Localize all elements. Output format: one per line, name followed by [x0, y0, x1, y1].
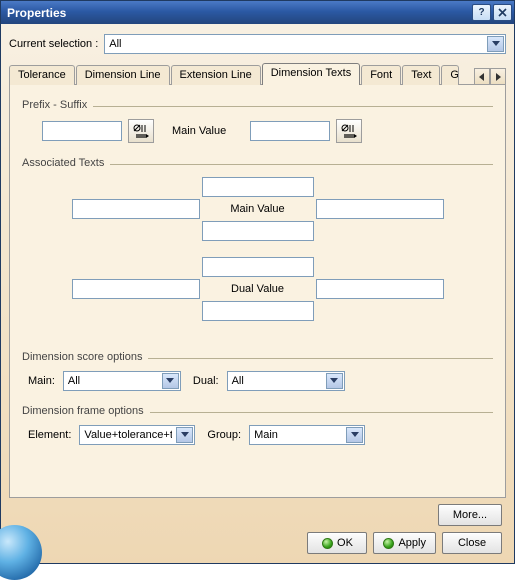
assoc-main-label: Main Value	[202, 203, 314, 215]
help-button[interactable]: ?	[472, 4, 491, 21]
current-selection-row: Current selection : All	[9, 33, 506, 55]
group-frame-label: Dimension frame options	[22, 405, 144, 417]
dialog-body: Current selection : All Tolerance Dimens…	[1, 24, 514, 563]
group-prefix-suffix-label: Prefix - Suffix	[22, 99, 87, 111]
tab-graphic[interactable]: Graphic	[441, 65, 459, 85]
close-button[interactable]: Close	[442, 532, 502, 554]
tab-tolerance[interactable]: Tolerance	[9, 65, 75, 85]
ok-dot-icon	[322, 538, 333, 549]
frame-group-value: Main	[254, 429, 278, 441]
assoc-main-bottom-input[interactable]	[202, 221, 314, 241]
suffix-input[interactable]	[250, 121, 330, 141]
assoc-main-top-input[interactable]	[202, 177, 314, 197]
frame-group-dropdown[interactable]: Main	[249, 425, 365, 445]
prefix-input[interactable]	[42, 121, 122, 141]
group-associated-texts: Associated Texts Main Value Dual Value	[22, 157, 493, 337]
prefix-main-value-label: Main Value	[160, 125, 244, 137]
apply-dot-icon	[383, 538, 394, 549]
chevron-down-icon	[346, 427, 363, 443]
suffix-symbol-button[interactable]	[336, 119, 362, 143]
score-dual-label: Dual:	[193, 375, 219, 387]
tab-scroll-right-button[interactable]	[490, 68, 506, 85]
score-main-dropdown[interactable]: All	[63, 371, 181, 391]
tab-text[interactable]: Text	[402, 65, 440, 85]
group-associated-texts-label: Associated Texts	[22, 157, 104, 169]
group-score: Dimension score options Main: All Dual: …	[22, 351, 493, 391]
assoc-dual-bottom-input[interactable]	[202, 301, 314, 321]
assoc-main-right-input[interactable]	[316, 199, 444, 219]
tab-scroll-left-button[interactable]	[474, 68, 490, 85]
group-score-label: Dimension score options	[22, 351, 142, 363]
assoc-main-block: Main Value	[22, 177, 493, 241]
window-title: Properties	[7, 6, 66, 20]
assoc-dual-top-input[interactable]	[202, 257, 314, 277]
assoc-dual-left-input[interactable]	[72, 279, 200, 299]
globe-decor-icon	[0, 525, 42, 580]
score-main-value: All	[68, 375, 80, 387]
ok-button[interactable]: OK	[307, 532, 367, 554]
assoc-main-left-input[interactable]	[72, 199, 200, 219]
assoc-dual-right-input[interactable]	[316, 279, 444, 299]
current-selection-dropdown[interactable]: All	[104, 34, 506, 54]
assoc-dual-block: Dual Value	[22, 257, 493, 321]
assoc-dual-label: Dual Value	[202, 283, 314, 295]
frame-element-dropdown[interactable]: Value+tolerance+te	[79, 425, 195, 445]
current-selection-label: Current selection :	[9, 38, 98, 50]
frame-group-label: Group:	[207, 429, 241, 441]
frame-element-value: Value+tolerance+te	[84, 429, 172, 441]
tab-dimension-line[interactable]: Dimension Line	[76, 65, 170, 85]
footer: More... OK Apply Close	[9, 498, 506, 558]
chevron-down-icon	[162, 373, 179, 389]
group-frame: Dimension frame options Element: Value+t…	[22, 405, 493, 445]
frame-element-label: Element:	[28, 429, 71, 441]
score-dual-value: All	[232, 375, 244, 387]
close-window-button[interactable]	[493, 4, 512, 21]
score-dual-dropdown[interactable]: All	[227, 371, 345, 391]
properties-dialog: Properties ? Current selection : All Tol…	[0, 0, 515, 564]
prefix-symbol-button[interactable]	[128, 119, 154, 143]
tab-extension-line[interactable]: Extension Line	[171, 65, 261, 85]
titlebar: Properties ?	[1, 1, 514, 24]
chevron-down-icon	[326, 373, 343, 389]
chevron-down-icon	[176, 427, 193, 443]
tab-pane-dimension-texts: Prefix - Suffix Main Val	[9, 84, 506, 498]
more-button[interactable]: More...	[438, 504, 502, 526]
score-main-label: Main:	[28, 375, 55, 387]
tab-dimension-texts[interactable]: Dimension Texts	[262, 63, 361, 85]
tabs: Tolerance Dimension Line Extension Line …	[9, 63, 506, 85]
group-prefix-suffix: Prefix - Suffix Main Val	[22, 99, 493, 143]
apply-button[interactable]: Apply	[373, 532, 436, 554]
current-selection-value: All	[109, 38, 121, 50]
chevron-down-icon	[487, 36, 504, 52]
tab-font[interactable]: Font	[361, 65, 401, 85]
